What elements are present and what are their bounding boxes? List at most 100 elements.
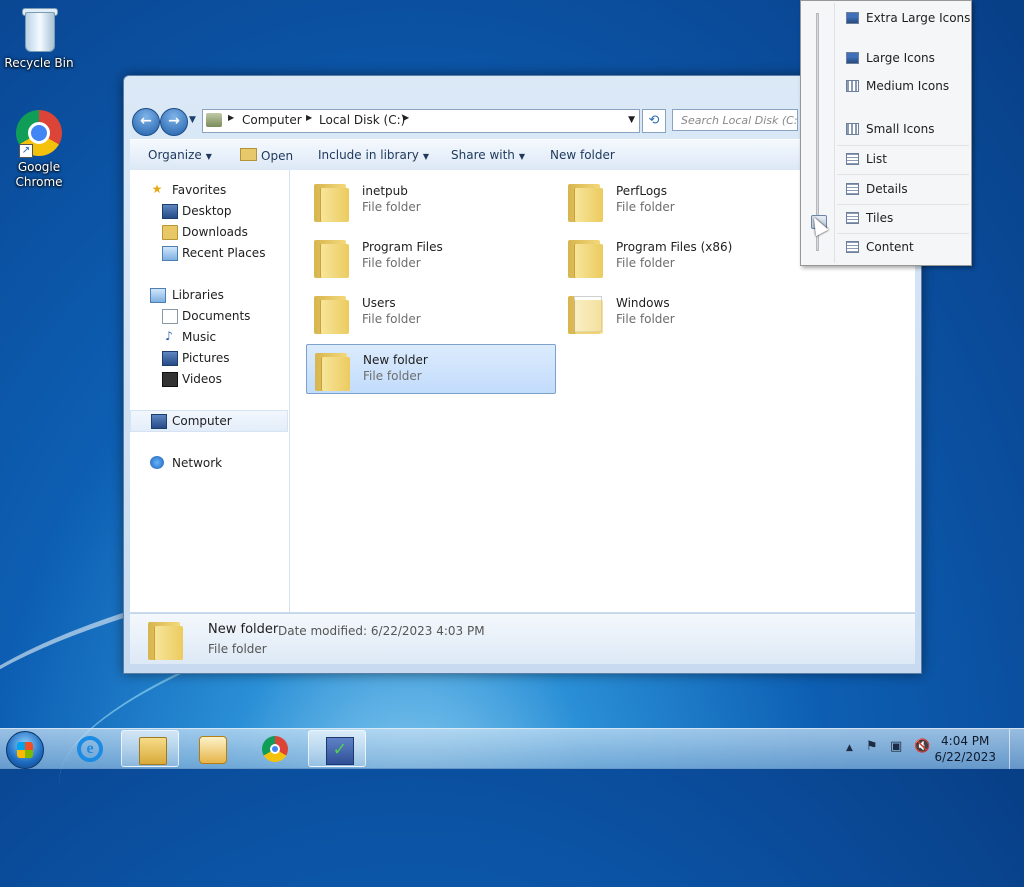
view-small-icons[interactable]: Small Icons	[838, 118, 969, 140]
include-in-library-button[interactable]: Include in library ▼	[318, 148, 429, 162]
nav-favorites[interactable]: ★ Favorites	[130, 180, 288, 200]
breadcrumb-computer[interactable]: Computer	[242, 113, 302, 127]
folder-item-program-files[interactable]: Program Files File folder	[306, 232, 556, 282]
taskbar-windows-explorer[interactable]	[121, 730, 179, 767]
menu-separator	[837, 204, 969, 205]
show-desktop-button[interactable]	[1009, 729, 1024, 769]
details-pane: New folder Date modified: 6/22/2023 4:03…	[130, 613, 915, 664]
folder-icon	[314, 182, 350, 222]
item-type: File folder	[362, 312, 421, 326]
folder-item-perflogs[interactable]: PerfLogs File folder	[560, 176, 810, 226]
nav-label: Recent Places	[182, 246, 266, 260]
nav-documents[interactable]: Documents	[130, 306, 288, 326]
list-view-icon	[846, 153, 859, 165]
chevron-down-icon: ▼	[422, 152, 430, 161]
network-icon	[150, 456, 164, 469]
chevron-down-icon: ▼	[205, 152, 212, 161]
medium-icons-icon	[846, 80, 859, 92]
folder-item-windows[interactable]: Windows File folder	[560, 288, 810, 338]
nav-label: Pictures	[182, 351, 230, 365]
item-name: Program Files (x86)	[616, 240, 733, 254]
share-with-button[interactable]: Share with ▼	[451, 148, 525, 162]
item-name: Users	[362, 296, 396, 310]
item-name: Program Files	[362, 240, 443, 254]
pictures-icon	[162, 351, 178, 366]
view-tiles[interactable]: Tiles	[838, 207, 969, 229]
nav-network[interactable]: Network	[130, 453, 288, 473]
view-details[interactable]: Details	[838, 178, 969, 200]
open-button[interactable]: Open	[240, 148, 293, 163]
view-medium-icons[interactable]: Medium Icons	[838, 75, 969, 97]
search-input[interactable]: Search Local Disk (C:)	[672, 109, 798, 131]
libraries-icon	[150, 288, 166, 303]
desktop-icon-google-chrome[interactable]: ↗ Google Chrome	[2, 110, 76, 190]
system-clock[interactable]: 4:04 PM 6/22/2023	[934, 733, 996, 765]
item-type: File folder	[616, 200, 675, 214]
chevron-down-icon: ▼	[518, 152, 526, 161]
refresh-button[interactable]: ⟲	[642, 109, 666, 133]
address-bar[interactable]: ▶ Computer ▶ Local Disk (C:) ▶ ▼	[202, 109, 640, 133]
folder-item-new-folder[interactable]: New folder File folder	[306, 344, 556, 394]
item-name: inetpub	[362, 184, 408, 198]
back-button[interactable]: ←	[132, 108, 160, 136]
organize-button[interactable]: Organize ▼	[148, 148, 212, 162]
breadcrumb-local-disk[interactable]: Local Disk (C:)	[319, 113, 405, 127]
nav-downloads[interactable]: Downloads	[130, 222, 288, 242]
menu-item-label: Details	[866, 182, 908, 196]
menu-item-label: Extra Large Icons	[866, 11, 971, 25]
nav-label: Network	[172, 456, 223, 470]
new-folder-button[interactable]: New folder	[550, 148, 615, 162]
folder-item-inetpub[interactable]: inetpub File folder	[306, 176, 556, 226]
nav-computer[interactable]: Computer	[130, 410, 288, 432]
forward-button[interactable]: →	[160, 108, 188, 136]
taskbar-internet-explorer[interactable]: e	[60, 730, 118, 767]
taskbar-google-chrome[interactable]	[245, 730, 303, 767]
chevron-right-icon[interactable]: ▶	[306, 113, 312, 122]
small-icons-icon	[846, 123, 859, 135]
navigation-bar: ← → ▼ ▶ Computer ▶ Local Disk (C:) ▶ ▼ ⟲…	[132, 107, 913, 136]
extra-large-icons-icon	[846, 12, 859, 24]
folder-icon	[148, 620, 184, 660]
taskbar-task-app[interactable]: ✓	[308, 730, 366, 767]
clock-date: 6/22/2023	[934, 750, 996, 764]
item-type: File folder	[362, 200, 421, 214]
menu-divider	[834, 3, 835, 263]
chevron-right-icon[interactable]: ▶	[228, 113, 234, 122]
windows-explorer-icon	[139, 737, 167, 765]
menu-item-label: Medium Icons	[866, 79, 950, 93]
volume-muted-icon[interactable]: 🔇	[914, 739, 930, 754]
item-name: New folder	[363, 353, 428, 367]
folder-item-users[interactable]: Users File folder	[306, 288, 556, 338]
view-extra-large-icons[interactable]: Extra Large Icons	[838, 7, 971, 29]
chevron-right-icon[interactable]: ▶	[403, 113, 409, 122]
nav-label: Libraries	[172, 288, 224, 302]
nav-desktop[interactable]: Desktop	[130, 201, 288, 221]
details-date-modified: Date modified: 6/22/2023 4:03 PM	[278, 624, 485, 638]
address-dropdown-icon[interactable]: ▼	[628, 115, 635, 125]
view-large-icons[interactable]: Large Icons	[838, 47, 969, 69]
desktop-icon-recycle-bin[interactable]: Recycle Bin	[2, 6, 76, 70]
action-center-flag-icon[interactable]: ⚑	[866, 739, 878, 754]
nav-music[interactable]: ♪ Music	[130, 327, 288, 347]
show-hidden-icons-button[interactable]: ▲	[846, 743, 853, 753]
menu-item-label: Tiles	[866, 211, 894, 225]
computer-icon	[151, 414, 167, 429]
view-content[interactable]: Content	[838, 236, 969, 258]
music-note-icon: ♪	[165, 329, 173, 343]
taskbar-media-player[interactable]	[182, 730, 240, 767]
folder-item-program-files-x86[interactable]: Program Files (x86) File folder	[560, 232, 810, 282]
details-name: New folder	[208, 622, 279, 637]
nav-recent-places[interactable]: Recent Places	[130, 243, 288, 263]
nav-pictures[interactable]: Pictures	[130, 348, 288, 368]
recent-pages-dropdown[interactable]: ▼	[189, 115, 196, 125]
nav-videos[interactable]: Videos	[130, 369, 288, 389]
folder-icon	[314, 294, 350, 334]
network-status-icon[interactable]: ▣	[890, 739, 902, 754]
start-button[interactable]	[6, 731, 44, 769]
include-in-library-label: Include in library	[318, 148, 419, 162]
folder-icon	[568, 238, 604, 278]
open-folder-icon	[240, 148, 257, 161]
view-list[interactable]: List	[838, 148, 969, 170]
folder-icon	[568, 182, 604, 222]
nav-libraries[interactable]: Libraries	[130, 285, 288, 305]
